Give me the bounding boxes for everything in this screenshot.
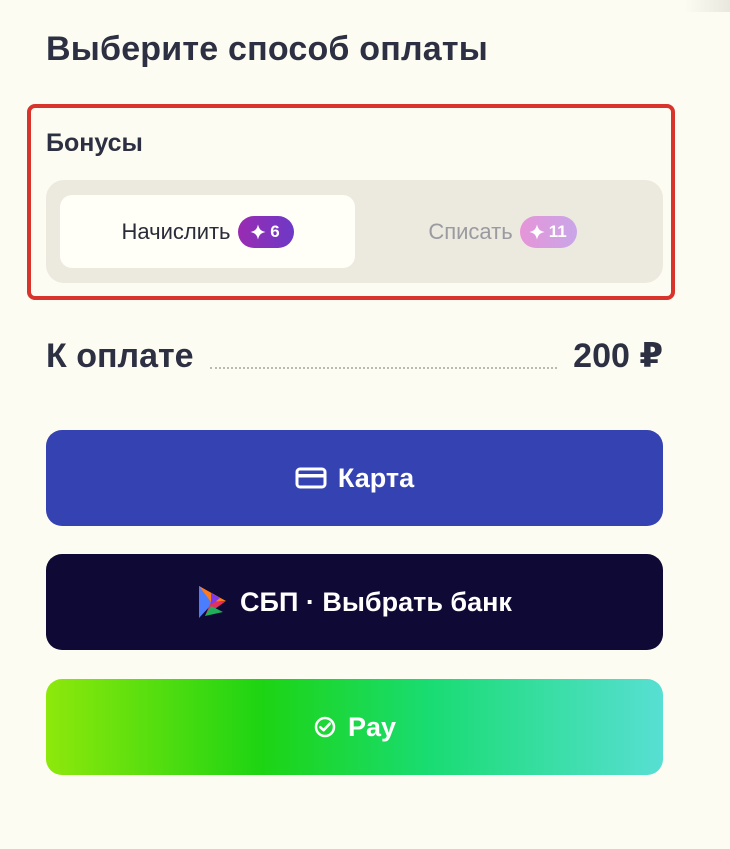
total-label: К оплате <box>46 337 194 375</box>
bonus-mode-switch: Начислить 6 Списать 11 <box>46 180 663 283</box>
sbp-bank-button[interactable]: СБП · Выбрать банк <box>46 554 663 650</box>
sparkle-icon <box>250 224 266 239</box>
card-payment-label: Карта <box>337 463 415 493</box>
dotted-leader <box>209 365 558 369</box>
bonus-option-accrue-label: Начислить <box>121 218 231 244</box>
bonus-option-spend-label: Списать <box>428 218 513 244</box>
top-edge-fade <box>684 0 730 12</box>
sbp-logo-icon <box>199 586 227 618</box>
payment-method-title: Выберите способ оплаты <box>46 30 488 68</box>
pay-wallet-label: Pay <box>347 712 397 742</box>
bonus-spend-amount: 11 <box>548 221 567 241</box>
bonus-accrue-amount: 6 <box>270 221 280 241</box>
bonus-option-spend[interactable]: Списать 11 <box>356 195 649 268</box>
sparkle-icon <box>529 224 545 239</box>
total-payment-row: К оплате 200 ₽ <box>46 335 663 377</box>
bonus-spend-badge: 11 <box>519 215 577 248</box>
credit-card-icon <box>295 467 327 489</box>
check-circle-icon <box>314 716 336 738</box>
payment-method-panel: Выберите способ оплаты Бонусы Начислить … <box>0 0 730 849</box>
sbp-bank-label: СБП · Выбрать банк <box>240 587 512 617</box>
pay-wallet-button[interactable]: Pay <box>46 679 663 775</box>
bonus-option-accrue[interactable]: Начислить 6 <box>60 195 355 268</box>
total-amount: 200 ₽ <box>573 337 663 375</box>
bonuses-title: Бонусы <box>46 129 143 157</box>
bonus-accrue-badge: 6 <box>237 215 294 248</box>
card-payment-button[interactable]: Карта <box>46 430 663 526</box>
